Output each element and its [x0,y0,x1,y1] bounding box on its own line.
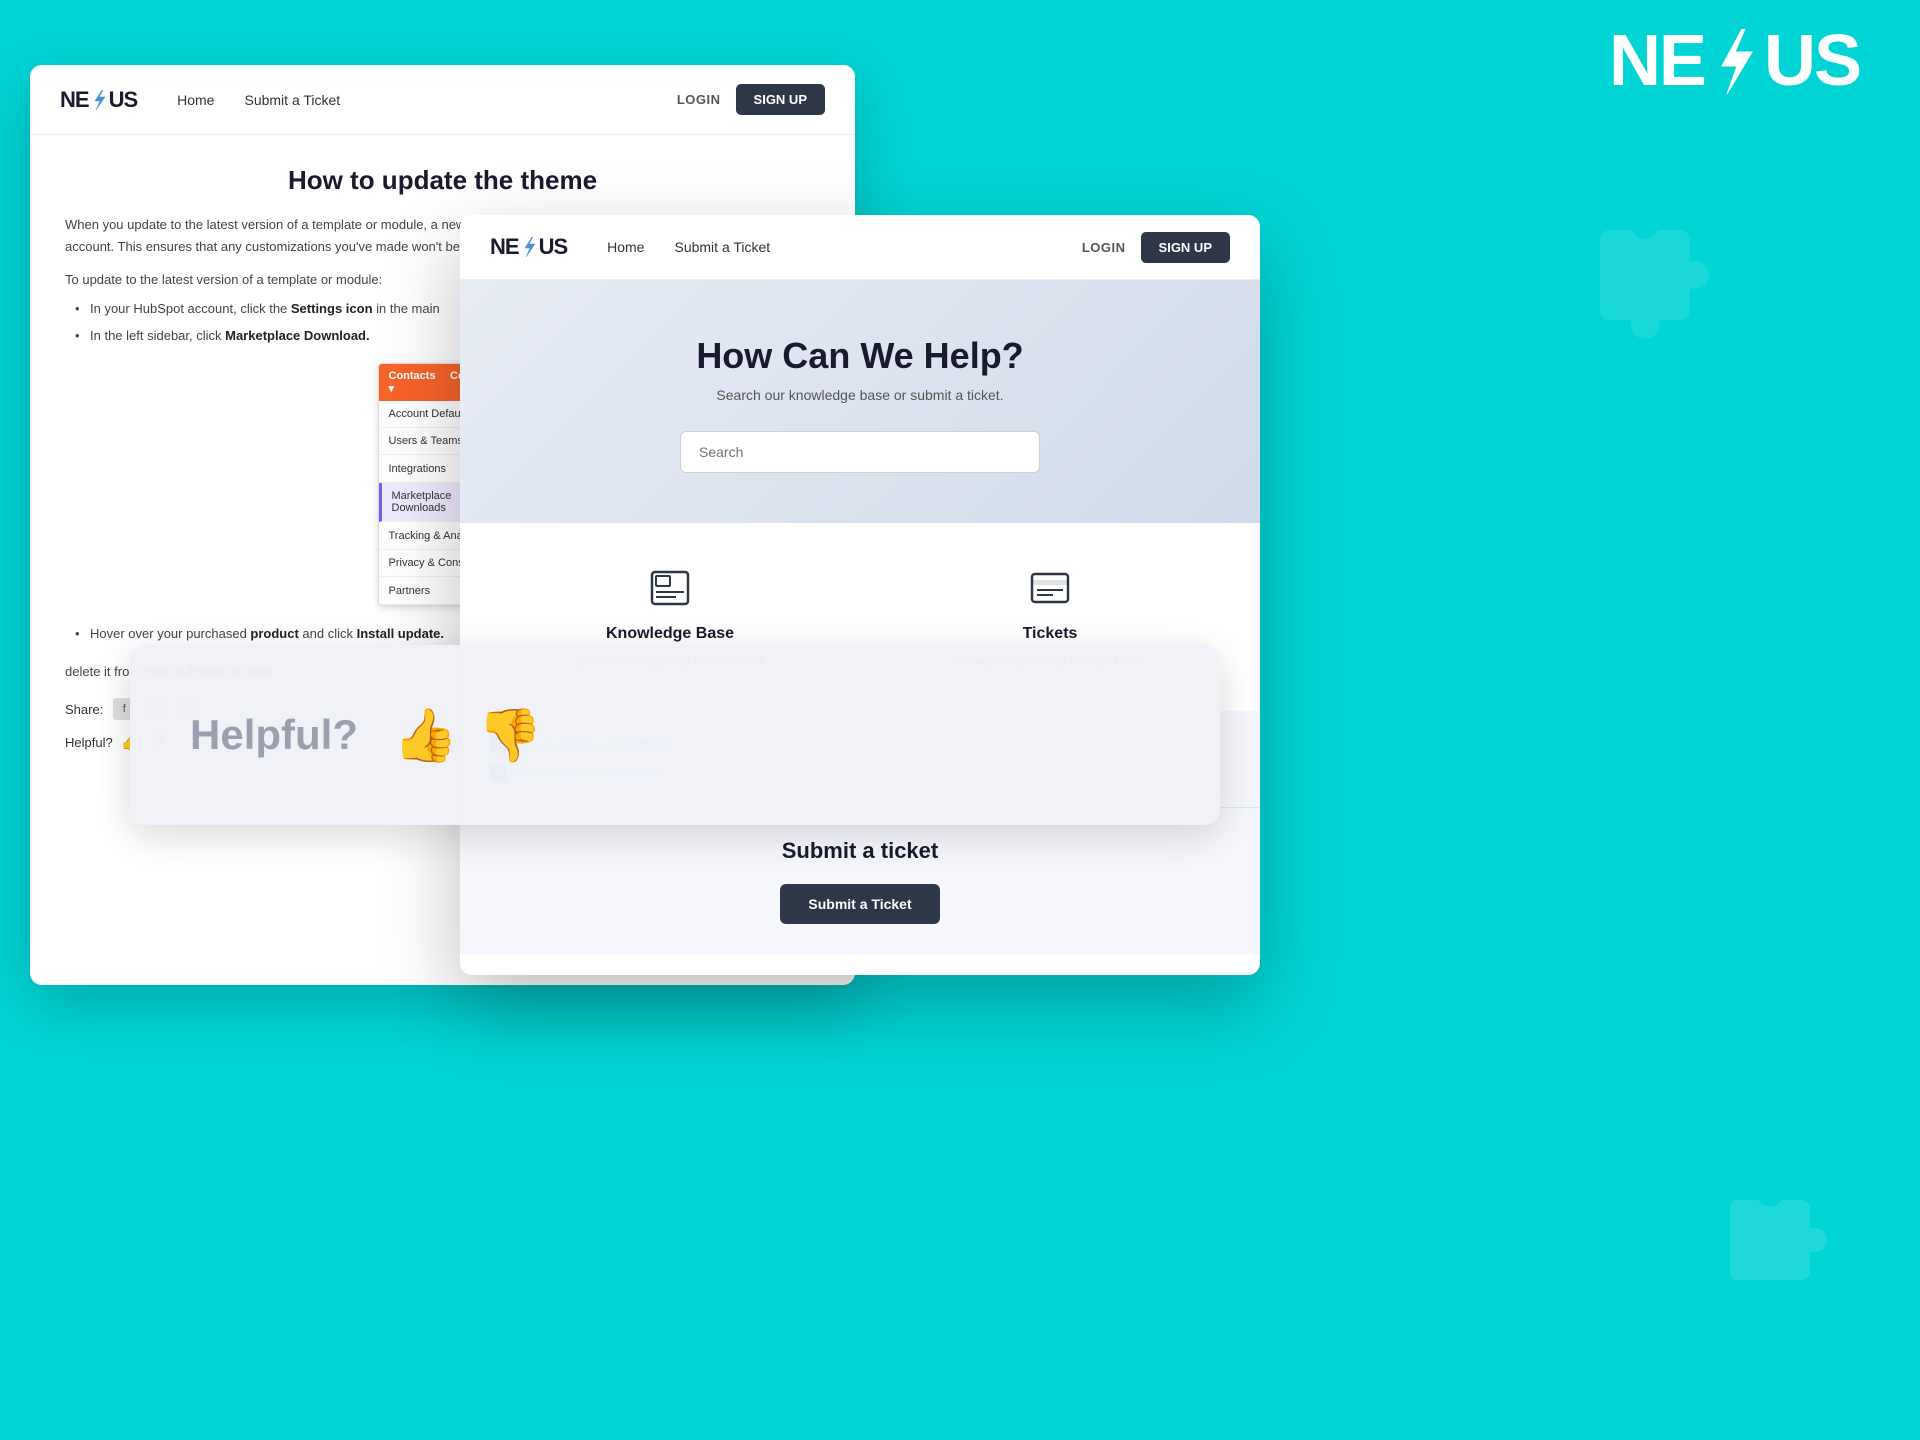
article-nav-links: Home Submit a Ticket [177,92,340,108]
submit-ticket-title: Submit a ticket [490,838,1230,864]
article-signup-button[interactable]: SIGN UP [736,84,825,115]
article-nav: NEUS Home Submit a Ticket LOGIN SIGN UP [30,65,855,135]
nav-home-link[interactable]: Home [177,92,214,108]
background-logo: NE US [1609,20,1860,102]
knowledge-base-icon [645,563,695,613]
submit-ticket-section: Submit a ticket Submit a Ticket [460,807,1260,954]
share-label: Share: [65,702,103,717]
bg-logo-text2: US [1764,20,1860,102]
article-login-button[interactable]: LOGIN [677,92,721,107]
submit-ticket-button[interactable]: Submit a Ticket [780,884,939,924]
hubspot-header-contacts: Contacts ▾ [389,370,443,395]
help-nav-links: Home Submit a Ticket [607,239,770,255]
nav-submit-ticket-link[interactable]: Submit a Ticket [244,92,340,108]
help-nav-submit-ticket-link[interactable]: Submit a Ticket [674,239,770,255]
help-center-nav: NEUS Home Submit a Ticket LOGIN SIGN UP [460,215,1260,280]
hero-section: How Can We Help? Search our knowledge ba… [460,280,1260,523]
knowledge-base-title: Knowledge Base [500,625,840,643]
help-center-window: NEUS Home Submit a Ticket LOGIN SIGN UP … [460,215,1260,975]
help-login-button[interactable]: LOGIN [1082,240,1126,255]
article-logo: NEUS [60,87,137,113]
helpful-banner: Helpful? 👍 👎 [130,645,1220,825]
helpful-thumbs: 👍 👎 [393,705,543,766]
tickets-title: Tickets [880,625,1220,643]
search-input[interactable] [680,431,1040,473]
help-center-logo: NEUS [490,234,567,260]
helpful-banner-label: Helpful? [190,711,358,759]
help-signup-button[interactable]: SIGN UP [1141,232,1230,263]
tickets-icon [1025,563,1075,613]
helpful-label-bottom: Helpful? [65,735,113,750]
article-title: How to update the theme [65,165,820,196]
help-nav-home-link[interactable]: Home [607,239,644,255]
hero-subtitle: Search our knowledge base or submit a ti… [490,387,1230,403]
hero-title: How Can We Help? [490,335,1230,377]
article-nav-actions: LOGIN SIGN UP [677,84,825,115]
thumbup-icon[interactable]: 👍 [393,705,458,766]
search-bar [680,431,1040,473]
thumbdown-icon[interactable]: 👎 [478,705,543,766]
help-nav-actions: LOGIN SIGN UP [1082,232,1230,263]
bg-logo-text: NE [1609,20,1705,102]
